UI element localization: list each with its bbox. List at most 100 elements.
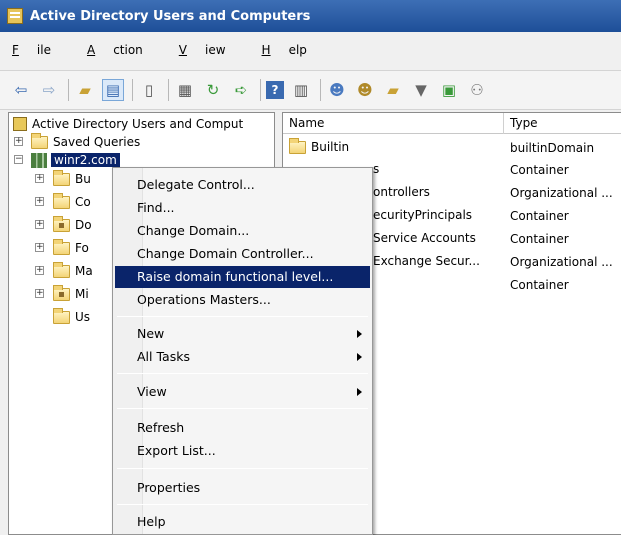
toolbar-separator — [168, 79, 169, 101]
tree-item-child[interactable]: + Co — [9, 192, 91, 211]
new-group-icon[interactable]: ☻ — [354, 79, 376, 101]
refresh-icon[interactable]: ↻ — [202, 79, 224, 101]
properties-icon[interactable]: ▦ — [174, 79, 196, 101]
delegate-icon[interactable]: ⚇ — [466, 79, 488, 101]
export-list-icon[interactable]: ➪ — [230, 79, 252, 101]
menu-item-raise-domain-functional-level[interactable]: Raise domain functional level... — [115, 266, 370, 288]
title-bar: Active Directory Users and Computers — [0, 0, 621, 32]
menu-item-operations-masters[interactable]: Operations Masters... — [115, 289, 370, 311]
row-name: ecurityPrincipals — [373, 208, 473, 222]
menu-item-export-list[interactable]: Export List... — [115, 440, 370, 462]
expand-icon[interactable]: + — [35, 220, 44, 229]
menu-item-change-domain[interactable]: Change Domain... — [115, 220, 370, 242]
menu-item-properties[interactable]: Properties — [115, 477, 370, 499]
row-type: Container — [510, 278, 569, 292]
row-type: builtinDomain — [510, 141, 595, 155]
menu-item-label: All Tasks — [137, 349, 190, 364]
expand-icon[interactable]: + — [35, 266, 44, 275]
tree-item-label: Fo — [75, 241, 89, 255]
help-icon[interactable]: ? — [266, 81, 284, 99]
menu-item-view[interactable]: View — [115, 381, 370, 403]
menu-action[interactable]: Action — [87, 43, 161, 57]
tree-item-label: Co — [75, 195, 91, 209]
row-type: Container — [510, 232, 569, 246]
tree-item-domain[interactable]: − winr2.com — [9, 151, 120, 169]
submenu-arrow-icon — [357, 388, 362, 396]
tree-item-label: Do — [75, 218, 92, 232]
new-user-icon[interactable]: ☻ — [326, 79, 348, 101]
tree-item-child[interactable]: + Fo — [9, 238, 89, 257]
tree-item-child[interactable]: + Do — [9, 215, 92, 234]
row-type: Organizational ... — [510, 186, 613, 200]
ou-folder-icon — [53, 284, 70, 301]
menu-item-new[interactable]: New — [115, 323, 370, 345]
menu-item-all-tasks[interactable]: All Tasks — [115, 346, 370, 368]
tree-item-child[interactable]: + Ma — [9, 261, 93, 280]
row-name: ontrollers — [373, 185, 430, 199]
list-header: Name Type — [283, 113, 621, 134]
copy-icon[interactable]: ▯ — [138, 79, 160, 101]
folder-icon — [53, 307, 70, 324]
expand-icon[interactable]: + — [35, 243, 44, 252]
show-hide-tree-icon[interactable]: ▤ — [102, 79, 124, 101]
tree-item-label: Bu — [75, 172, 91, 186]
up-folder-icon[interactable]: ▰ — [74, 79, 96, 101]
row-type: Organizational ... — [510, 255, 613, 269]
toolbar-separator — [132, 79, 133, 101]
filter-icon[interactable]: ▼ — [410, 79, 432, 101]
folder-icon — [53, 261, 70, 278]
aduc-app-icon — [7, 8, 23, 24]
menu-item-label: New — [137, 326, 165, 341]
menu-file[interactable]: File — [12, 43, 69, 57]
menu-separator — [117, 408, 368, 409]
expand-icon[interactable]: + — [14, 137, 23, 146]
row-name: Builtin — [311, 140, 350, 154]
forward-icon[interactable]: ⇨ — [38, 79, 60, 101]
row-type: Container — [510, 209, 569, 223]
menu-separator — [117, 373, 368, 374]
expand-icon[interactable]: + — [35, 174, 44, 183]
menu-separator — [117, 468, 368, 469]
row-name: Exchange Secur... — [373, 254, 480, 268]
tree-root[interactable]: Active Directory Users and Comput — [13, 115, 243, 133]
toolbar-separator — [68, 79, 69, 101]
menu-view[interactable]: View — [179, 43, 244, 57]
domain-icon — [31, 152, 47, 168]
add-to-group-icon[interactable]: ▣ — [438, 79, 460, 101]
window-title: Active Directory Users and Computers — [30, 8, 311, 24]
expand-icon[interactable]: + — [35, 289, 44, 298]
submenu-arrow-icon — [357, 330, 362, 338]
folder-icon — [53, 169, 70, 186]
expand-icon[interactable]: + — [35, 197, 44, 206]
toolbar: ⇦ ⇨ ▰ ▤ ▯ ▦ ↻ ➪ ? ▥ ☻ ☻ ▰ ▼ ▣ ⚇ — [0, 70, 621, 110]
row-name: s — [373, 162, 380, 176]
menu-item-find[interactable]: Find... — [115, 197, 370, 219]
column-header-name[interactable]: Name — [283, 113, 504, 134]
ou-folder-icon — [53, 215, 70, 232]
submenu-arrow-icon — [357, 353, 362, 361]
tree-item-label: Mi — [75, 287, 89, 301]
tree-item-label: Saved Queries — [53, 135, 141, 149]
menu-item-label: View — [137, 384, 167, 399]
list-row[interactable]: Builtin builtinDomain — [283, 137, 621, 159]
menu-item-refresh[interactable]: Refresh — [115, 417, 370, 439]
tree-item-label: Ma — [75, 264, 93, 278]
menu-separator — [117, 504, 368, 505]
menu-item-change-domain-controller[interactable]: Change Domain Controller... — [115, 243, 370, 265]
tree-item-child[interactable]: + Mi — [9, 284, 89, 303]
menu-item-delegate-control[interactable]: Delegate Control... — [115, 174, 370, 196]
back-icon[interactable]: ⇦ — [10, 79, 32, 101]
column-header-type[interactable]: Type — [504, 113, 621, 134]
collapse-icon[interactable]: − — [14, 155, 23, 164]
new-ou-icon[interactable]: ▰ — [382, 79, 404, 101]
tree-item-child[interactable]: + Bu — [9, 169, 91, 188]
tree-item-saved-queries[interactable]: + Saved Queries — [9, 132, 141, 151]
folder-icon — [31, 132, 48, 149]
tree-root-label: Active Directory Users and Comput — [32, 117, 244, 131]
action-pane-icon[interactable]: ▥ — [290, 79, 312, 101]
menu-help[interactable]: Help — [262, 43, 325, 57]
tree-item-child[interactable]: Us — [9, 307, 90, 326]
row-type: Container — [510, 163, 569, 177]
menu-item-help[interactable]: Help — [115, 511, 370, 533]
menu-bar: File Action View Help — [0, 35, 621, 65]
